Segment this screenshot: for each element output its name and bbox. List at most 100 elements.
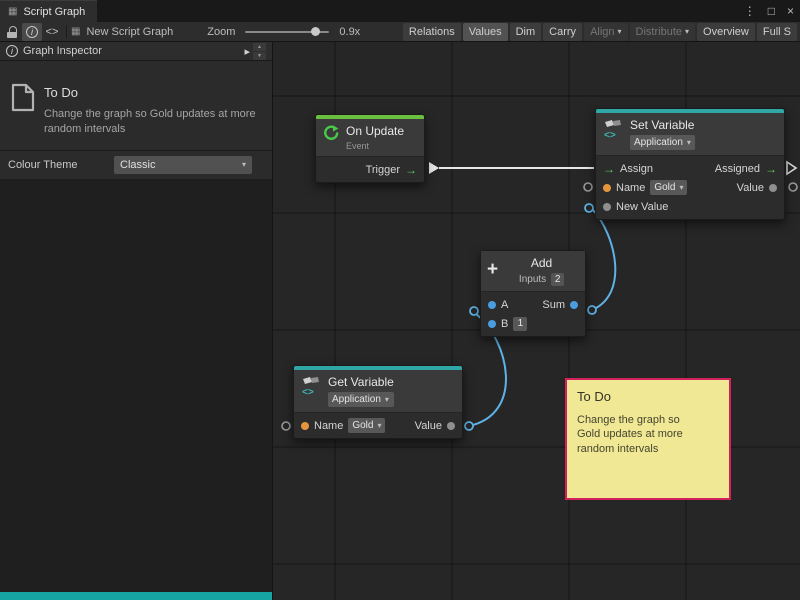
b-port-row[interactable]: B 1	[481, 314, 585, 333]
overview-button[interactable]: Overview	[697, 23, 755, 41]
assigned-port-label: Assigned	[715, 163, 760, 175]
align-label: Align	[590, 26, 614, 38]
sticky-note-title: To Do	[577, 389, 719, 404]
new-value-port-label: New Value	[616, 201, 668, 213]
zoom-slider[interactable]	[245, 31, 329, 33]
inputs-count[interactable]: 2	[551, 273, 564, 286]
sum-port-icon[interactable]	[570, 301, 578, 309]
code-preview-button[interactable]: <>	[42, 23, 62, 41]
new-value-port-row[interactable]: New Value	[596, 197, 784, 216]
sticky-note-body: Change the graph so Gold updates at more…	[577, 413, 697, 456]
graph-note-section: To Do Change the graph so Gold updates a…	[0, 61, 272, 150]
variable-scope-dropdown[interactable]: Application ▾	[630, 135, 695, 150]
dim-button[interactable]: Dim	[510, 23, 542, 41]
flow-arrow-icon: →	[603, 163, 615, 175]
a-sum-port-row[interactable]: A Sum	[481, 295, 585, 314]
maximize-icon[interactable]: □	[768, 4, 775, 18]
variable-name-dropdown[interactable]: Gold ▾	[650, 180, 687, 195]
trigger-output-port[interactable]	[429, 162, 439, 174]
add-a-input-port[interactable]	[470, 307, 478, 315]
relations-button[interactable]: Relations	[403, 23, 461, 41]
inputs-label: Inputs	[519, 274, 546, 285]
distribute-button[interactable]: Distribute▾	[630, 23, 695, 41]
node-header: <> Get Variable Application ▾	[294, 370, 462, 412]
lock-button[interactable]	[2, 23, 22, 41]
window-menu-icon[interactable]: ⋮	[744, 4, 756, 18]
inspector-scroll-buttons: ▲ ▼	[253, 43, 266, 60]
tab-label: Script Graph	[23, 6, 85, 18]
node-get-variable[interactable]: <> Get Variable Application ▾ Name Gold …	[293, 365, 463, 439]
graph-inspector-header: i Graph Inspector ▸ ▲ ▼	[0, 42, 272, 61]
b-value-input[interactable]: 1	[513, 317, 527, 331]
value-port-icon[interactable]	[769, 184, 777, 192]
inspector-toggle-button[interactable]: i	[22, 23, 42, 41]
add-sum-output-port[interactable]	[588, 306, 596, 314]
inspector-empty-area	[0, 179, 272, 592]
carry-button[interactable]: Carry	[543, 23, 582, 41]
name-value-port-row[interactable]: Name Gold ▾ Value	[596, 178, 784, 197]
close-icon[interactable]: ×	[787, 4, 794, 18]
assign-port-row[interactable]: → Assign Assigned →	[596, 159, 784, 178]
chevron-down-icon: ▾	[618, 27, 622, 36]
node-body: Name Gold ▾ Value	[294, 412, 462, 438]
trigger-port-row[interactable]: Trigger →	[316, 160, 424, 179]
b-port-icon[interactable]	[488, 320, 496, 328]
node-on-update[interactable]: On Update Event Trigger →	[315, 114, 425, 183]
node-header: On Update Event	[316, 119, 424, 156]
flow-arrow-icon: →	[405, 164, 417, 176]
setvariable-value-output-port[interactable]	[789, 183, 797, 191]
variables-icon: <>	[300, 375, 322, 397]
graph-inspector-panel: i Graph Inspector ▸ ▲ ▼ To Do Change the…	[0, 42, 273, 600]
dock-icon[interactable]: ▸	[244, 45, 250, 58]
variables-icon: <>	[602, 118, 624, 140]
string-port-icon[interactable]	[301, 422, 309, 430]
values-button[interactable]: Values	[463, 23, 508, 41]
zoom-label: Zoom	[203, 26, 239, 38]
plus-icon: +	[487, 260, 498, 279]
new-value-port-icon[interactable]	[603, 203, 611, 211]
a-port-label: A	[501, 299, 508, 311]
fullscreen-button[interactable]: Full S	[757, 23, 797, 41]
sum-port-label: Sum	[542, 299, 565, 311]
graph-asset-icon: ▦	[71, 26, 80, 37]
node-title: Get Variable	[328, 375, 394, 389]
graph-canvas[interactable]: On Update Event Trigger → <> Set Variabl…	[273, 42, 800, 600]
script-graph-tab-icon: ▦	[8, 6, 17, 17]
variable-scope-dropdown[interactable]: Application ▾	[328, 392, 394, 407]
name-port-label: Name	[616, 182, 645, 194]
node-title: Set Variable	[630, 118, 695, 132]
getvariable-value-output-port[interactable]	[465, 422, 473, 430]
chevron-down-icon: ▾	[679, 183, 683, 192]
assigned-output-port[interactable]	[787, 162, 796, 174]
getvariable-name-input-port[interactable]	[282, 422, 290, 430]
node-set-variable[interactable]: <> Set Variable Application ▾ → Assign A…	[595, 108, 785, 220]
value-port-label: Value	[737, 182, 764, 194]
value-port-label: Value	[415, 420, 442, 432]
sticky-note[interactable]: To Do Change the graph so Gold updates a…	[565, 378, 731, 500]
variable-scope-value: Application	[332, 394, 381, 405]
colour-theme-dropdown[interactable]: Classic ▾	[114, 156, 252, 174]
align-button[interactable]: Align ▾	[584, 23, 627, 41]
setvariable-name-input-port[interactable]	[584, 183, 592, 191]
scroll-up-button[interactable]: ▲	[253, 43, 266, 51]
status-strip	[0, 592, 272, 600]
node-add[interactable]: + Add Inputs 2 A Sum B 1	[480, 250, 586, 337]
graph-inspector-title: Graph Inspector	[23, 45, 102, 57]
zoom-slider-handle[interactable]	[311, 27, 320, 36]
wire-add-to-setvariable[interactable]	[592, 210, 615, 310]
string-port-icon[interactable]	[603, 184, 611, 192]
a-port-icon[interactable]	[488, 301, 496, 309]
graph-asset-name[interactable]: New Script Graph	[82, 26, 177, 38]
setvariable-newvalue-input-port[interactable]	[585, 204, 593, 212]
chevron-down-icon: ▾	[242, 160, 246, 169]
value-port-icon[interactable]	[447, 422, 455, 430]
chevron-down-icon: ▾	[687, 138, 691, 147]
note-body: Change the graph so Gold updates at more…	[44, 107, 258, 138]
name-value-port-row[interactable]: Name Gold ▾ Value	[294, 416, 462, 435]
variable-name-dropdown[interactable]: Gold ▾	[348, 418, 385, 433]
tab-script-graph[interactable]: ▦ Script Graph	[0, 0, 97, 22]
node-subtitle: Event	[346, 141, 404, 151]
scroll-down-button[interactable]: ▼	[253, 52, 266, 60]
window-tab-bar: ▦ Script Graph ⋮ □ ×	[0, 0, 800, 22]
assign-port-label: Assign	[620, 163, 653, 175]
